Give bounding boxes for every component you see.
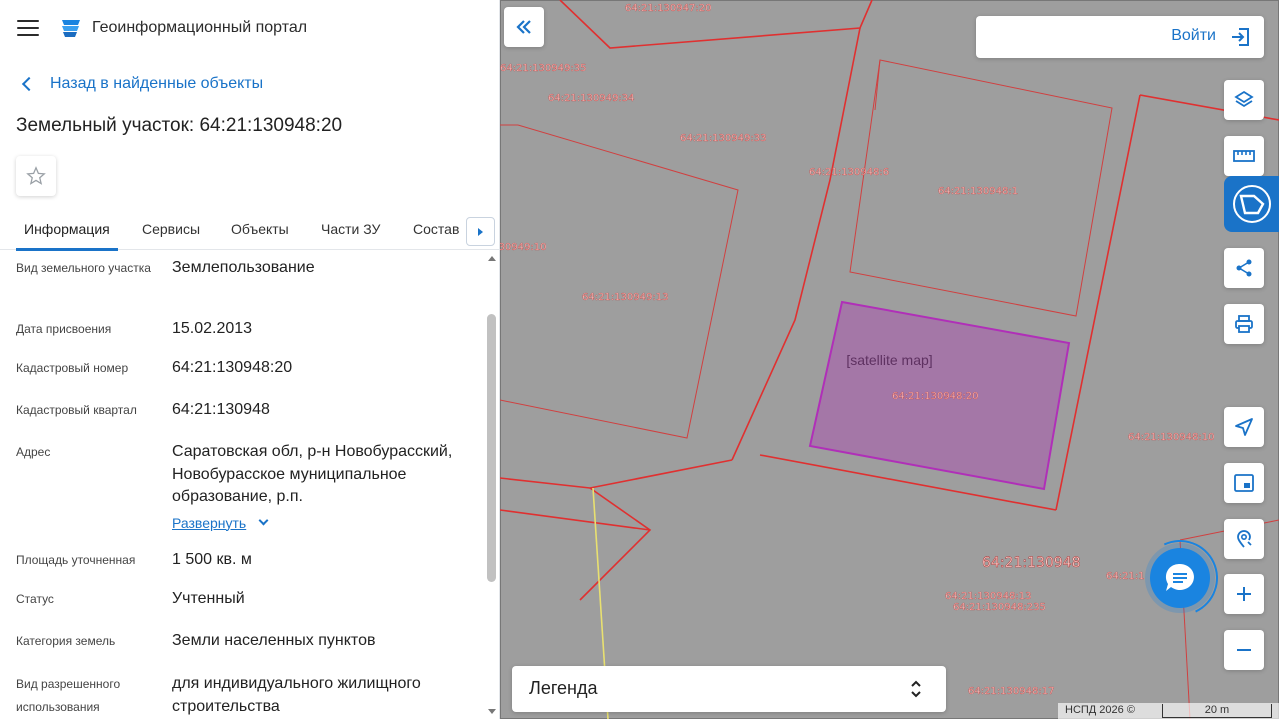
- info-value: Земли населенных пунктов: [172, 632, 376, 649]
- info-label: Кадастровый номер: [16, 361, 129, 375]
- info-value: 64:21:130948:20: [172, 359, 293, 376]
- page-title: Земельный участок: 64:21:130948:20: [16, 115, 343, 136]
- info-value: Учтенный: [172, 590, 245, 607]
- back-link[interactable]: Назад в найденные объекты: [20, 75, 263, 93]
- print-button[interactable]: [1224, 304, 1264, 344]
- parcel-label: 64:21:130948:6: [809, 167, 889, 178]
- chevron-left-icon: [21, 76, 37, 92]
- info-label: Площадь уточненная: [16, 553, 136, 567]
- share-button[interactable]: [1224, 248, 1264, 288]
- layers-icon: [1234, 90, 1254, 108]
- info-label: Вид земельного участка: [16, 261, 151, 275]
- locate-button[interactable]: [1224, 407, 1264, 447]
- info-label: Кадастровый квартал: [16, 403, 137, 417]
- tab-information[interactable]: Информация: [24, 221, 110, 237]
- parcel-label: 64:21:130948:20: [892, 391, 978, 402]
- minus-icon: [1237, 649, 1251, 651]
- scale-bar: 20 m: [1162, 704, 1272, 718]
- caret-right-icon: [478, 227, 483, 236]
- copyright-text: НСПД 2026 ©: [1065, 704, 1135, 716]
- legend-panel[interactable]: Легенда: [512, 666, 946, 712]
- ruler-icon: [1233, 150, 1255, 162]
- plus-icon: [1237, 587, 1251, 601]
- share-icon: [1236, 259, 1252, 277]
- scroll-up-icon[interactable]: [488, 256, 496, 261]
- address-block: Саратовская обл, р-н Новобурасский, Ново…: [172, 441, 472, 535]
- printer-icon: [1235, 315, 1253, 333]
- parcel-label: 64:21:130949:35: [500, 63, 586, 74]
- info-value: 15.02.2013: [172, 320, 253, 337]
- info-label: Статус: [16, 592, 54, 606]
- map-layer-icon: [1232, 185, 1271, 223]
- double-chevron-left-icon: [516, 20, 531, 34]
- info-value: для индивидуального жилищного строительс…: [172, 675, 421, 715]
- scroll-down-icon[interactable]: [488, 709, 496, 714]
- parcel-label: 64:21:130949:33: [680, 133, 766, 144]
- panel-scrollbar[interactable]: [486, 252, 498, 719]
- login-button[interactable]: Войти: [976, 16, 1264, 58]
- zoom-out-button[interactable]: [1224, 630, 1264, 670]
- tab-bar: Информация Сервисы Объекты Части ЗУ Сост…: [0, 208, 500, 251]
- app-header: Геоинформационный портал: [0, 0, 500, 56]
- info-value: 1 500 кв. м: [172, 551, 252, 568]
- quarter-label: 64:21:130948: [982, 555, 1081, 571]
- parcel-label: 64:21:130948:1: [938, 186, 1018, 197]
- search-on-map-button[interactable]: [1224, 519, 1264, 559]
- info-value: Саратовская обл, р-н Новобурасский, Ново…: [172, 443, 453, 505]
- measure-button[interactable]: [1224, 136, 1264, 176]
- tab-services[interactable]: Сервисы: [142, 221, 200, 237]
- legend-label: Легенда: [529, 678, 598, 698]
- login-icon: [1232, 28, 1249, 46]
- zoom-in-button[interactable]: [1224, 574, 1264, 614]
- map-attribution: НСПД 2026 © 20 m: [1058, 703, 1279, 719]
- chat-bubble-icon: [1165, 563, 1194, 591]
- expand-collapse-icon: [911, 680, 921, 698]
- info-label: Адрес: [16, 445, 51, 459]
- parcel-label: 64:21:130948:17: [968, 686, 1054, 697]
- expand-address-link[interactable]: Развернуть: [172, 512, 269, 535]
- parcel-label: 64:21:130948:13: [945, 591, 1031, 602]
- chat-button[interactable]: [1150, 548, 1210, 608]
- portal-logo-icon: [62, 20, 80, 37]
- info-value: Землепользование: [172, 259, 315, 276]
- scrollbar-thumb[interactable]: [487, 314, 496, 582]
- parcel-label: 64:21:130949:34: [548, 93, 634, 104]
- tab-parts[interactable]: Части ЗУ: [321, 221, 380, 237]
- parcel-label: 64:21:130948:10: [1128, 432, 1214, 443]
- parcel-label: 64:21:130947:20: [625, 3, 711, 14]
- layers-button[interactable]: [1224, 80, 1264, 120]
- picture-in-picture-icon: [1234, 474, 1254, 492]
- tab-objects[interactable]: Объекты: [231, 221, 289, 237]
- location-search-icon: [1237, 530, 1252, 548]
- parcel-label: 64:21:130949:10: [500, 242, 546, 253]
- minimap-button[interactable]: [1224, 463, 1264, 503]
- login-label: Войти: [1171, 27, 1216, 44]
- info-label: Категория земель: [16, 634, 116, 648]
- chevron-down-icon: [258, 515, 269, 526]
- parcel-label: 64:21:1: [1106, 571, 1145, 582]
- star-icon: [26, 166, 46, 185]
- info-value: 64:21:130948: [172, 401, 270, 418]
- map-view[interactable]: [satellite map] 64:21:130947:20 64:21:13…: [500, 0, 1279, 719]
- info-label: Дата присвоения: [16, 322, 112, 336]
- tabs-scroll-right-button[interactable]: [466, 217, 495, 246]
- side-panel: Геоинформационный портал Назад в найденн…: [0, 0, 500, 719]
- app-title: Геоинформационный портал: [92, 19, 308, 36]
- parcel-label: 64:21:130948:235: [953, 602, 1046, 613]
- favorite-button[interactable]: [16, 156, 56, 196]
- info-list: Вид земельного участка Землепользование …: [0, 252, 484, 719]
- parcel-label: 64:21:130949:13: [582, 292, 668, 303]
- tab-composition[interactable]: Состав: [413, 221, 459, 237]
- menu-icon[interactable]: [17, 20, 39, 36]
- navigation-arrow-icon: [1235, 418, 1253, 436]
- collapse-panel-button[interactable]: [504, 7, 544, 47]
- back-link-label: Назад в найденные объекты: [50, 75, 264, 92]
- info-label: Вид разрешенного использования: [16, 677, 121, 714]
- active-tab-indicator: [16, 248, 118, 251]
- cadastral-layer-button[interactable]: [1224, 176, 1279, 232]
- expand-label: Развернуть: [172, 514, 247, 531]
